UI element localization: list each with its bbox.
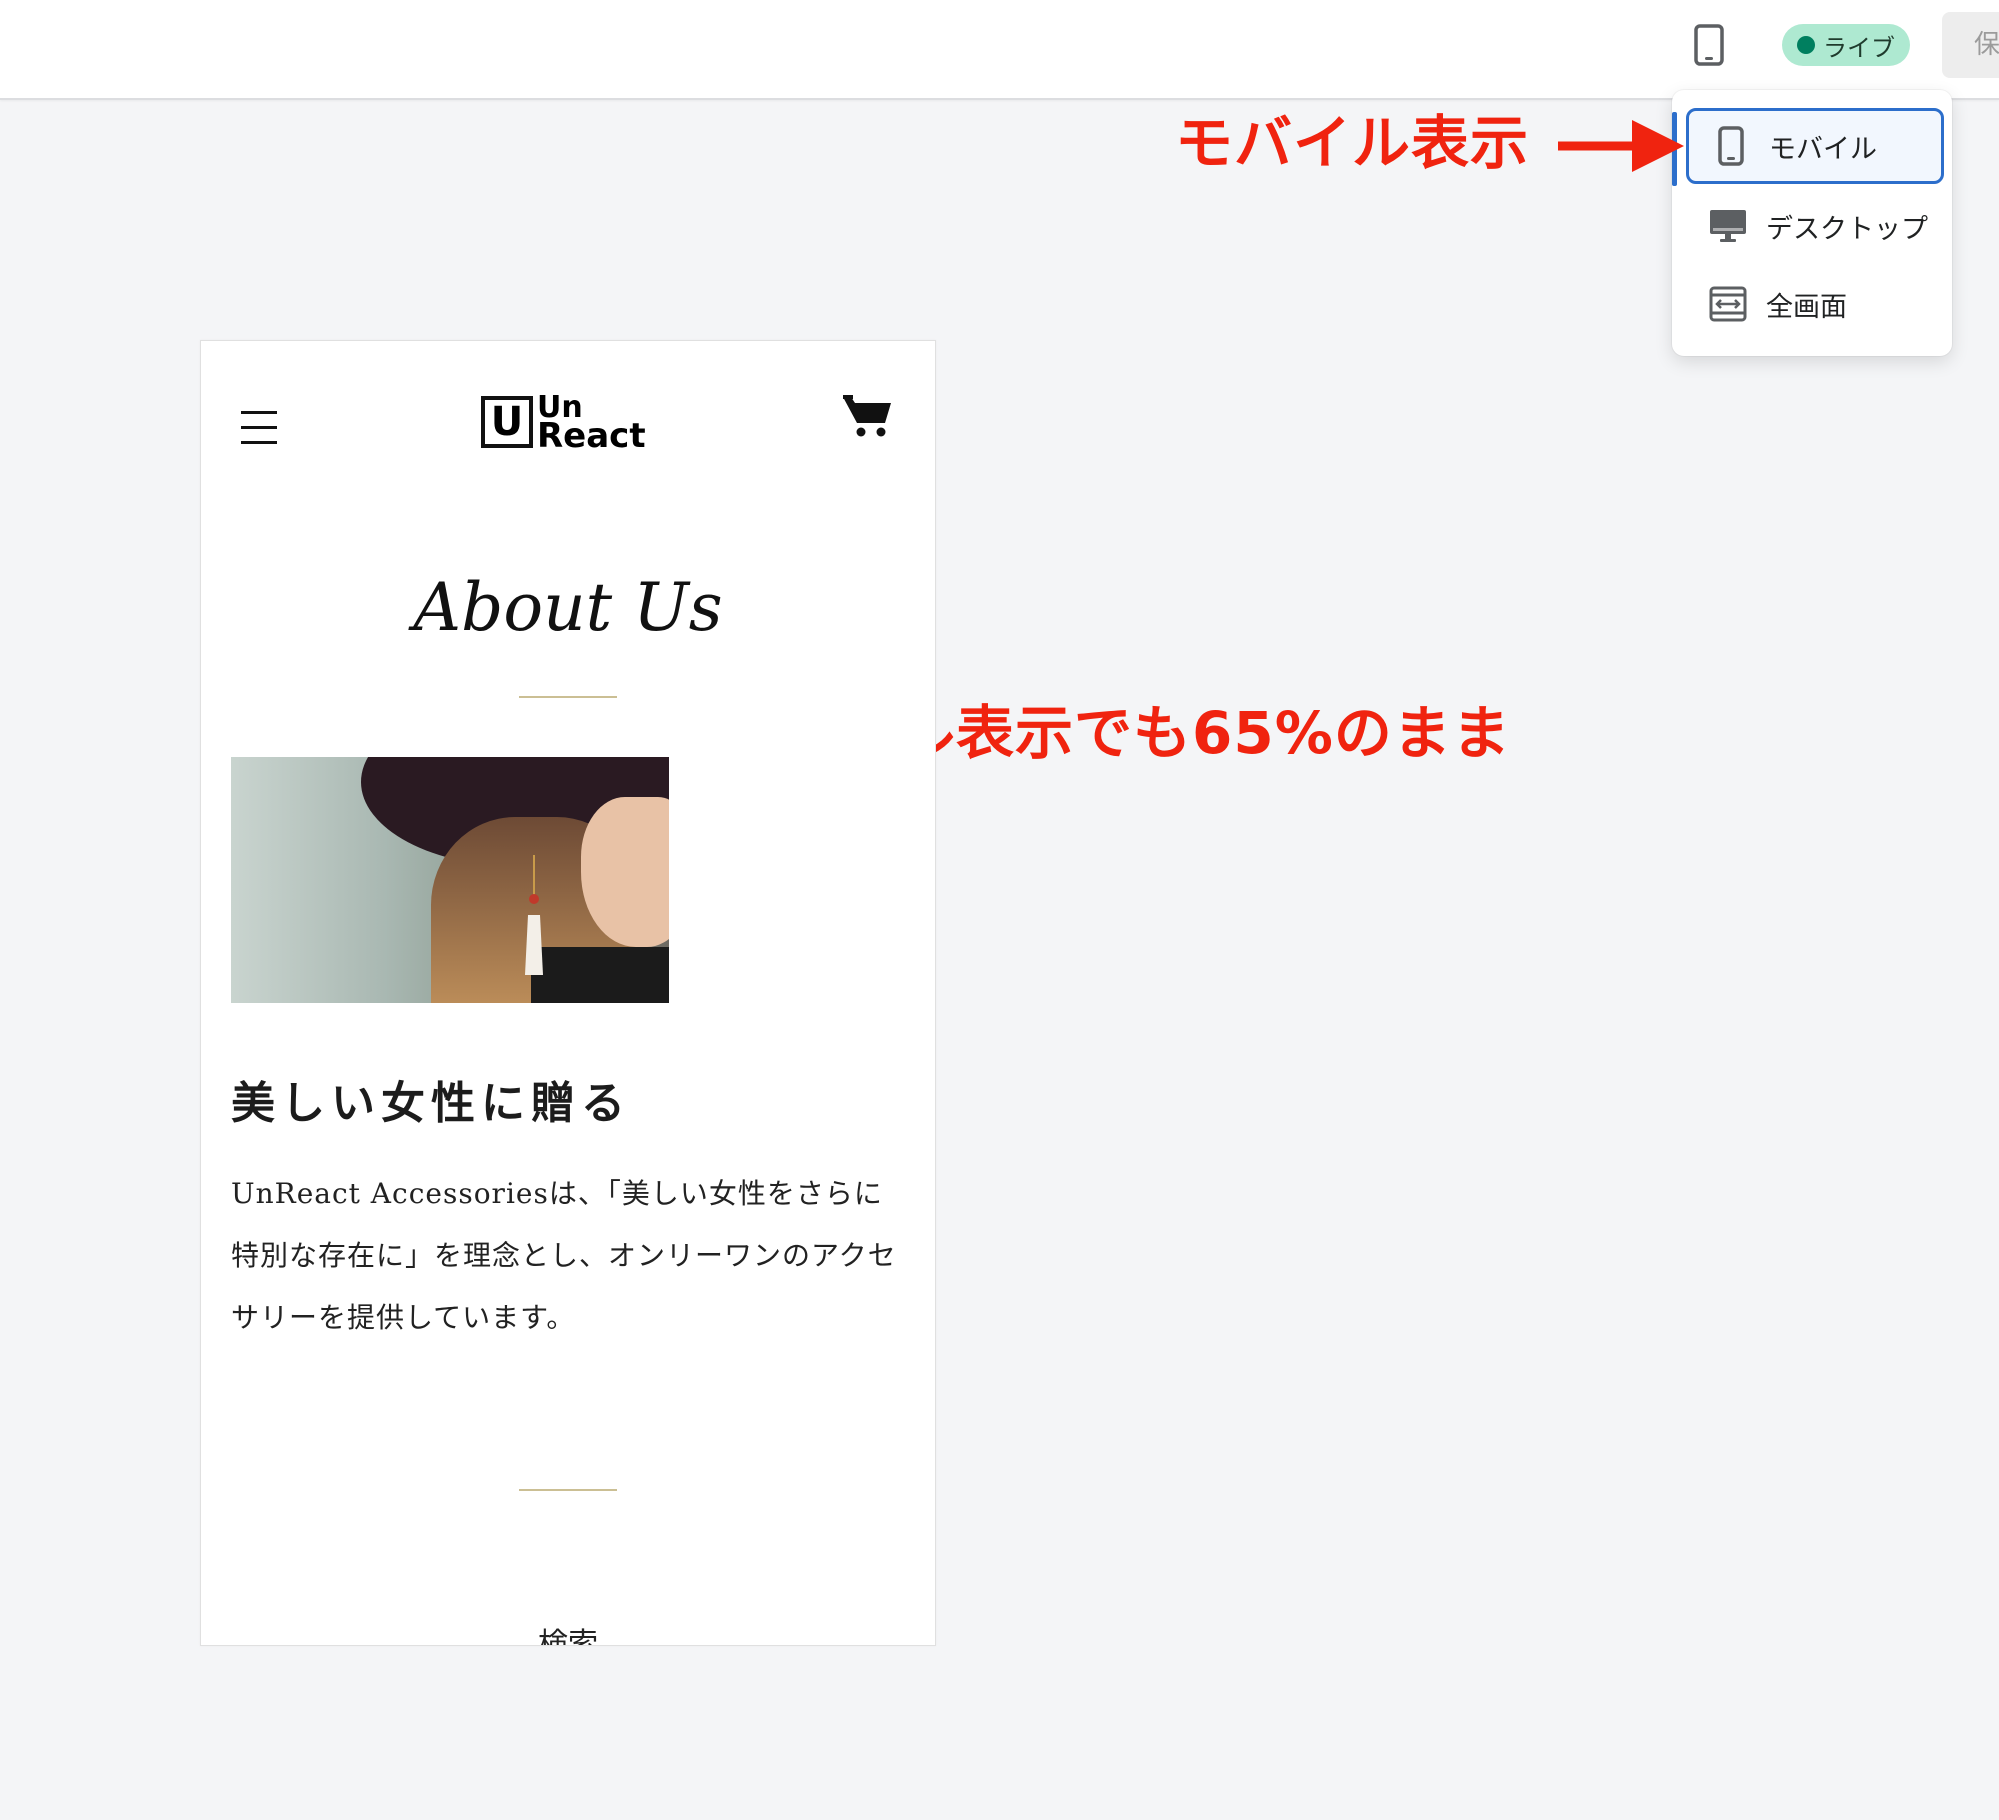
- arrow-to-mobile-menu: [1558, 120, 1684, 172]
- cart-icon[interactable]: [841, 393, 893, 439]
- divider-top: [519, 696, 617, 698]
- section-title: 美しい女性に贈る: [231, 1078, 631, 1129]
- earring-shape: [525, 855, 543, 975]
- mobile-preview-frame: U Un React About Us 美しい女性に贈る UnReact Acc…: [200, 340, 936, 1646]
- about-body-text: UnReact Accessoriesは、「美しい女性をさらに特別な存在に」を理…: [231, 1177, 897, 1334]
- search-link[interactable]: 検索: [201, 1619, 935, 1645]
- menu-icon[interactable]: [241, 411, 277, 445]
- store-logo[interactable]: U Un React: [481, 391, 653, 453]
- logo-wordmark: Un React: [537, 393, 646, 456]
- divider-bottom: [519, 1489, 617, 1491]
- about-image: [231, 757, 669, 1003]
- about-title: About Us: [413, 569, 723, 646]
- logo-line-2: React: [537, 416, 646, 456]
- logo-mark: U: [481, 396, 533, 448]
